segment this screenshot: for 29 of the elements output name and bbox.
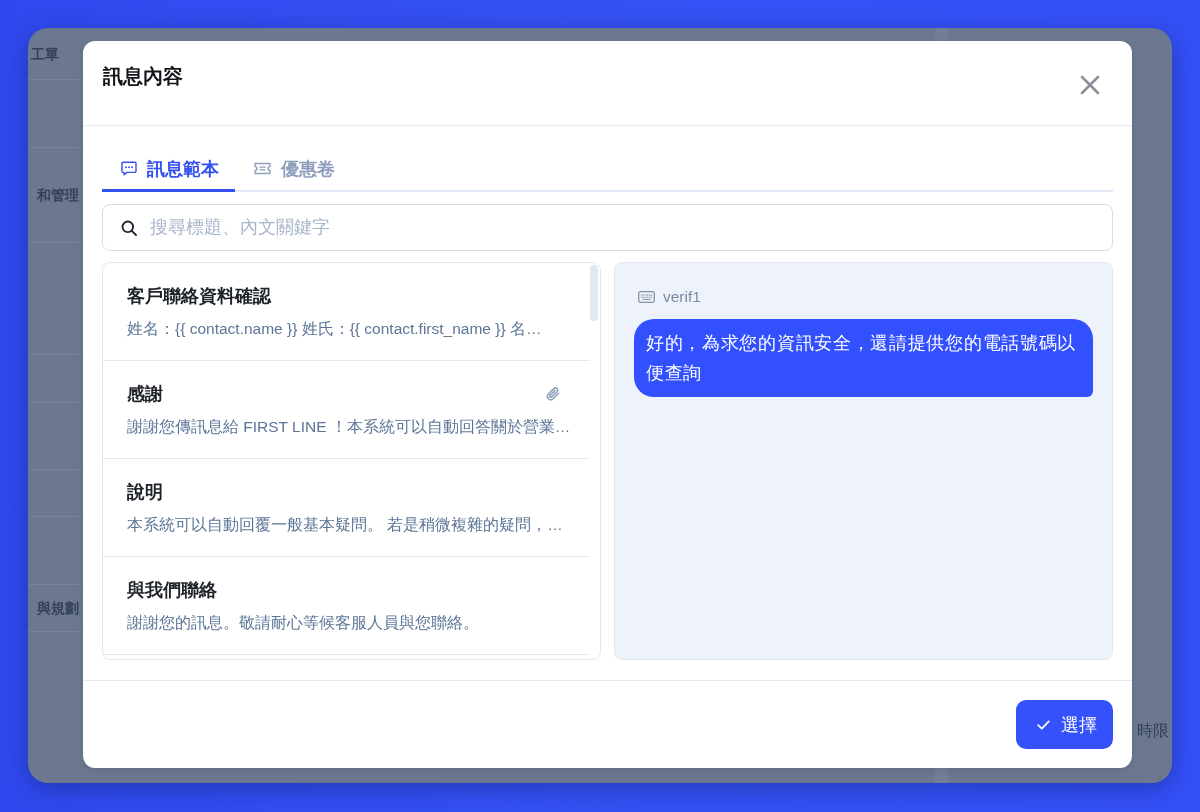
template-title: 感謝 bbox=[127, 383, 163, 405]
keyboard-icon bbox=[638, 291, 655, 303]
search-icon bbox=[121, 220, 137, 236]
dialog-title: 訊息內容 bbox=[103, 64, 183, 88]
template-item[interactable]: 感謝 謝謝您傳訊息給 FIRST LINE ！本系統可以自動回答關於營業… bbox=[103, 361, 590, 459]
template-title: 客戶聯絡資料確認 bbox=[127, 285, 271, 307]
template-preview: 謝謝您傳訊息給 FIRST LINE ！本系統可以自動回答關於營業… bbox=[127, 417, 572, 437]
close-icon bbox=[1080, 75, 1100, 95]
chat-bubble-icon bbox=[121, 161, 137, 176]
check-icon bbox=[1036, 719, 1050, 730]
search-field[interactable]: 搜尋標題、內文關鍵字 bbox=[102, 204, 1113, 251]
template-title: 與我們聯絡 bbox=[127, 579, 217, 601]
scrollbar-thumb[interactable] bbox=[590, 265, 598, 321]
message-bubble: 好的，為求您的資訊安全，還請提供您的電話號碼以便查詢 bbox=[634, 319, 1093, 397]
background-label: 工單 bbox=[31, 44, 59, 64]
ticket-icon bbox=[254, 162, 271, 175]
template-title: 說明 bbox=[127, 481, 163, 503]
background-label: 時限 bbox=[1137, 721, 1169, 741]
template-name: verif1 bbox=[663, 287, 701, 307]
background-label: 與規劃 bbox=[37, 599, 79, 618]
template-preview: 姓名：{{ contact.name }} 姓氏：{{ contact.first_name }} 名… bbox=[127, 319, 543, 339]
template-item[interactable]: 與我們聯絡 謝謝您的訊息。敬請耐心等候客服人員與您聯絡。 bbox=[103, 557, 590, 655]
template-item[interactable]: 客戶聯絡資料確認 姓名：{{ contact.name }} 姓氏：{{ contact.first_name }} 名… bbox=[103, 263, 590, 361]
tab[interactable]: 訊息範本 bbox=[102, 148, 235, 192]
template-item[interactable]: 說明 本系統可以自動回覆一般基本疑問。 若是稍微複雜的疑問，… bbox=[103, 459, 590, 557]
template-preview: 本系統可以自動回覆一般基本疑問。 若是稍微複雜的疑問，… bbox=[127, 515, 564, 535]
template-preview: 謝謝您的訊息。敬請耐心等候客服人員與您聯絡。 bbox=[127, 613, 480, 633]
background-label: 和管理 bbox=[37, 186, 79, 205]
select-button[interactable]: 選擇 bbox=[1016, 700, 1113, 749]
